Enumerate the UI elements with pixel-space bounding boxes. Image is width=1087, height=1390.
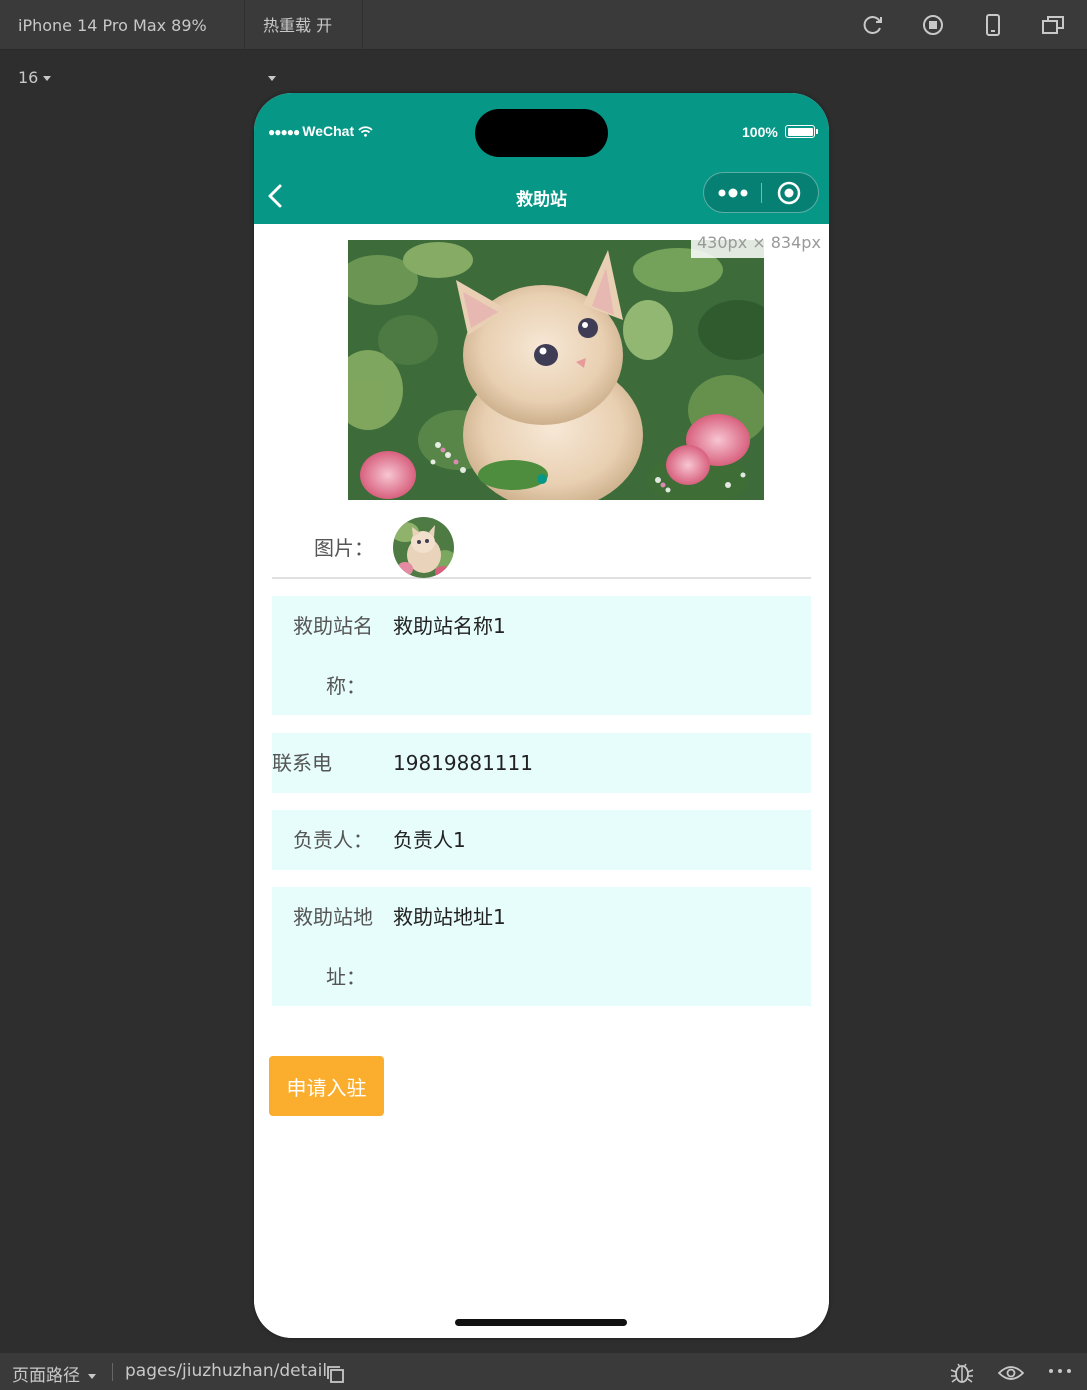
station-name-label: 救助站名 称：: [274, 596, 378, 716]
image-swiper[interactable]: [348, 240, 764, 500]
page-path-selector[interactable]: 页面路径: [12, 1361, 96, 1386]
station-address-field: 救助站地 址： 救助站地址1: [272, 887, 811, 1006]
swiper-indicator-dot[interactable]: [537, 474, 547, 484]
owner-field: 负责人： 负责人1: [272, 810, 811, 870]
station-address-label-line1: 救助站地: [293, 905, 373, 929]
signal-strength-icon: ●●●●●: [268, 125, 300, 139]
status-bar: ●●●●● WeChat 100%: [254, 93, 829, 167]
contact-phone-field: 联系电话： 19819881111: [272, 733, 811, 835]
stop-icon[interactable]: [922, 14, 944, 36]
chevron-down-icon: [43, 76, 52, 81]
image-field: 图片：: [272, 508, 811, 579]
owner-label: 负责人：: [293, 828, 373, 852]
page-content: 430px × 834px 图片： 救助站名 称： 救助站名称1 联系电 198…: [254, 224, 829, 1338]
battery-icon: [785, 125, 818, 138]
bug-icon[interactable]: [949, 1362, 975, 1384]
mini-program-capsule: [703, 172, 819, 213]
carrier-name: WeChat: [302, 123, 355, 139]
owner-value: 负责人1: [393, 828, 466, 852]
home-indicator[interactable]: [455, 1319, 627, 1326]
dynamic-island: [475, 109, 608, 157]
wifi-icon: [358, 126, 373, 137]
more-icon[interactable]: [717, 185, 749, 201]
station-address-value: 救助站地址1: [393, 905, 506, 929]
nav-bar: 救助站: [254, 167, 829, 224]
capsule-divider: [761, 183, 762, 203]
station-name-label-line1: 救助站名: [293, 614, 373, 638]
phone-icon[interactable]: [982, 14, 1004, 36]
eye-icon[interactable]: [998, 1364, 1024, 1382]
hot-reload-selector[interactable]: 热重载 开: [245, 0, 363, 81]
kitten-thumbnail: [393, 517, 454, 578]
element-size-tooltip: 430px × 834px: [691, 232, 827, 258]
station-name-field: 救助站名 称： 救助站名称1: [272, 596, 811, 715]
more-options-icon[interactable]: [1048, 1366, 1072, 1376]
battery-percent: 100%: [742, 124, 778, 140]
station-name-label-line2: 称：: [326, 674, 366, 698]
page-path-value: pages/jiuzhuzhan/detail: [125, 1361, 328, 1381]
ide-bottom-bar: 页面路径 pages/jiuzhuzhan/detail: [0, 1353, 1087, 1390]
divider: [112, 1363, 113, 1381]
refresh-icon[interactable]: [862, 14, 884, 36]
contact-phone-value: 19819881111: [393, 751, 533, 775]
device-selector[interactable]: iPhone 14 Pro Max 89% 16: [0, 0, 245, 87]
phone-simulator: ●●●●● WeChat 100% 救助站 430px × 834px 图片： …: [254, 93, 829, 1338]
chevron-down-icon: [88, 1373, 96, 1379]
close-mini-program-icon[interactable]: [777, 181, 801, 205]
station-name-value: 救助站名称1: [393, 614, 506, 638]
station-address-label-line2: 址：: [326, 965, 366, 989]
page-path-label: 页面路径: [12, 1366, 80, 1386]
simulator-toolbar: iPhone 14 Pro Max 89% 16 热重载 开: [0, 0, 1087, 87]
station-address-label: 救助站地 址：: [274, 887, 378, 1007]
chevron-down-icon: [268, 76, 276, 81]
copy-icon[interactable]: [327, 1366, 345, 1384]
apply-join-button[interactable]: 申请入驻: [269, 1056, 384, 1116]
image-field-label: 图片：: [314, 536, 374, 560]
hot-reload-label: 热重载 开: [263, 16, 333, 35]
window-icon[interactable]: [1042, 14, 1064, 36]
station-image-thumbnail[interactable]: [393, 517, 454, 578]
kitten-photo: [348, 240, 764, 500]
carrier-signal: ●●●●● WeChat: [268, 123, 373, 139]
